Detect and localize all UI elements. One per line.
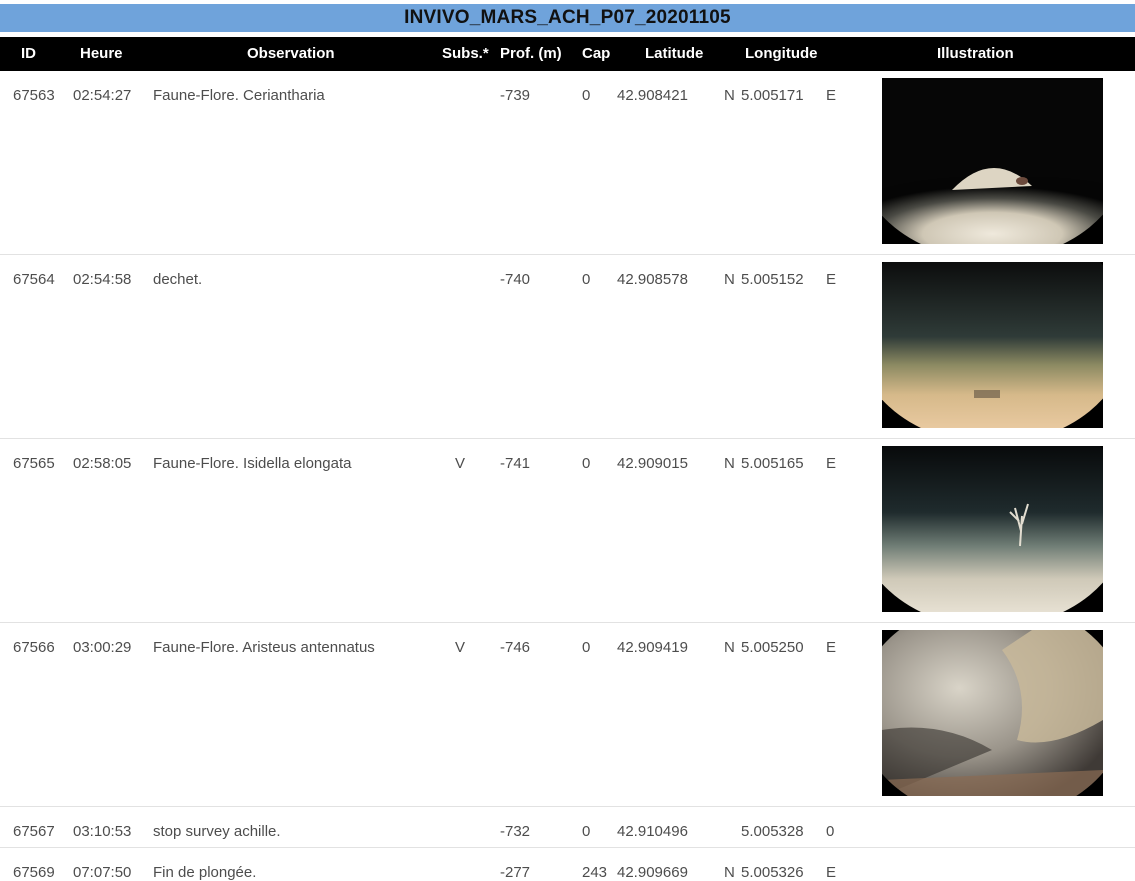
illustration-photo-debris <box>882 262 1103 428</box>
cell-longitude: 5.005326 <box>741 864 804 881</box>
cell-cap: 0 <box>582 87 591 104</box>
cell-id: 67567 <box>13 823 55 840</box>
cell-latitude: 42.908421 <box>617 87 688 104</box>
cell-heure: 02:54:58 <box>73 271 132 288</box>
column-header-latitude: Latitude <box>645 45 704 62</box>
cell-heure: 02:54:27 <box>73 87 132 104</box>
cell-observation: Fin de plongée. <box>153 864 257 881</box>
cell-heure: 03:00:29 <box>73 639 132 656</box>
table-row: 67563 02:54:27 Faune-Flore. Ceriantharia… <box>0 72 1135 254</box>
observation-report-page: INVIVO_MARS_ACH_P07_20201105 ID Heure Ob… <box>0 0 1135 881</box>
cell-prof: -741 <box>500 455 531 472</box>
column-header-cap: Cap <box>582 45 611 62</box>
cell-lat-hemisphere: N <box>724 864 735 881</box>
cell-latitude: 42.909015 <box>617 455 688 472</box>
cell-cap: 0 <box>582 823 591 840</box>
cell-observation: Faune-Flore. Ceriantharia <box>153 87 325 104</box>
report-title: INVIVO_MARS_ACH_P07_20201105 <box>0 4 1135 32</box>
row-divider <box>0 622 1135 623</box>
cell-prof: -746 <box>500 639 531 656</box>
cell-id: 67566 <box>13 639 55 656</box>
cell-latitude: 42.910496 <box>617 823 688 840</box>
cell-lat-hemisphere: N <box>724 87 735 104</box>
row-divider <box>0 806 1135 807</box>
table-row: 67566 03:00:29 Faune-Flore. Aristeus ant… <box>0 624 1135 806</box>
cell-lat-hemisphere: N <box>724 271 735 288</box>
cell-lon-hemisphere: E <box>826 639 837 656</box>
cell-lat-hemisphere: N <box>724 639 735 656</box>
cell-prof: -739 <box>500 87 531 104</box>
table-row: 67567 03:10:53 stop survey achille. -732… <box>0 808 1135 846</box>
cell-heure: 03:10:53 <box>73 823 132 840</box>
cell-longitude: 5.005152 <box>741 271 804 288</box>
column-header-subs: Subs.* <box>442 45 489 62</box>
cell-observation: stop survey achille. <box>153 823 281 840</box>
table-row: 67569 07:07:50 Fin de plongée. -277 243 … <box>0 849 1135 881</box>
cell-lon-hemisphere: E <box>826 87 837 104</box>
cell-prof: -732 <box>500 823 531 840</box>
cell-id: 67564 <box>13 271 55 288</box>
cell-heure: 02:58:05 <box>73 455 132 472</box>
cell-prof: -740 <box>500 271 531 288</box>
row-divider <box>0 847 1135 848</box>
cell-id: 67565 <box>13 455 55 472</box>
column-header-observation: Observation <box>247 45 335 62</box>
table-row: 67565 02:58:05 Faune-Flore. Isidella elo… <box>0 440 1135 622</box>
cell-subs: V <box>455 639 466 656</box>
cell-observation: Faune-Flore. Aristeus antennatus <box>153 639 375 656</box>
cell-cap: 0 <box>582 455 591 472</box>
row-divider <box>0 438 1135 439</box>
cell-cap: 243 <box>582 864 608 881</box>
cell-heure: 07:07:50 <box>73 864 132 881</box>
column-header-longitude: Longitude <box>745 45 818 62</box>
cell-latitude: 42.909669 <box>617 864 688 881</box>
column-header-prof: Prof. (m) <box>500 45 562 62</box>
cell-latitude: 42.908578 <box>617 271 688 288</box>
table-header: ID Heure Observation Subs.* Prof. (m) Ca… <box>0 37 1135 71</box>
illustration-photo-turbid <box>882 630 1103 796</box>
cell-cap: 0 <box>582 639 591 656</box>
column-header-heure: Heure <box>80 45 123 62</box>
illustration-photo-coral <box>882 446 1103 612</box>
row-divider <box>0 254 1135 255</box>
cell-lon-hemisphere: E <box>826 455 837 472</box>
cell-lon-hemisphere: 0 <box>826 823 835 840</box>
cell-id: 67569 <box>13 864 55 881</box>
cell-longitude: 5.005171 <box>741 87 804 104</box>
cell-lat-hemisphere: N <box>724 455 735 472</box>
cell-subs: V <box>455 455 466 472</box>
cell-observation: Faune-Flore. Isidella elongata <box>153 455 352 472</box>
cell-prof: -277 <box>500 864 531 881</box>
cell-longitude: 5.005328 <box>741 823 804 840</box>
cell-lon-hemisphere: E <box>826 864 837 881</box>
cell-id: 67563 <box>13 87 55 104</box>
cell-lon-hemisphere: E <box>826 271 837 288</box>
column-header-id: ID <box>21 45 36 62</box>
cell-longitude: 5.005165 <box>741 455 804 472</box>
cell-longitude: 5.005250 <box>741 639 804 656</box>
table-row: 67564 02:54:58 dechet. -740 0 42.908578 … <box>0 256 1135 438</box>
illustration-photo-mound <box>882 78 1103 244</box>
cell-cap: 0 <box>582 271 591 288</box>
cell-latitude: 42.909419 <box>617 639 688 656</box>
column-header-illustration: Illustration <box>937 45 1014 62</box>
cell-observation: dechet. <box>153 271 203 288</box>
